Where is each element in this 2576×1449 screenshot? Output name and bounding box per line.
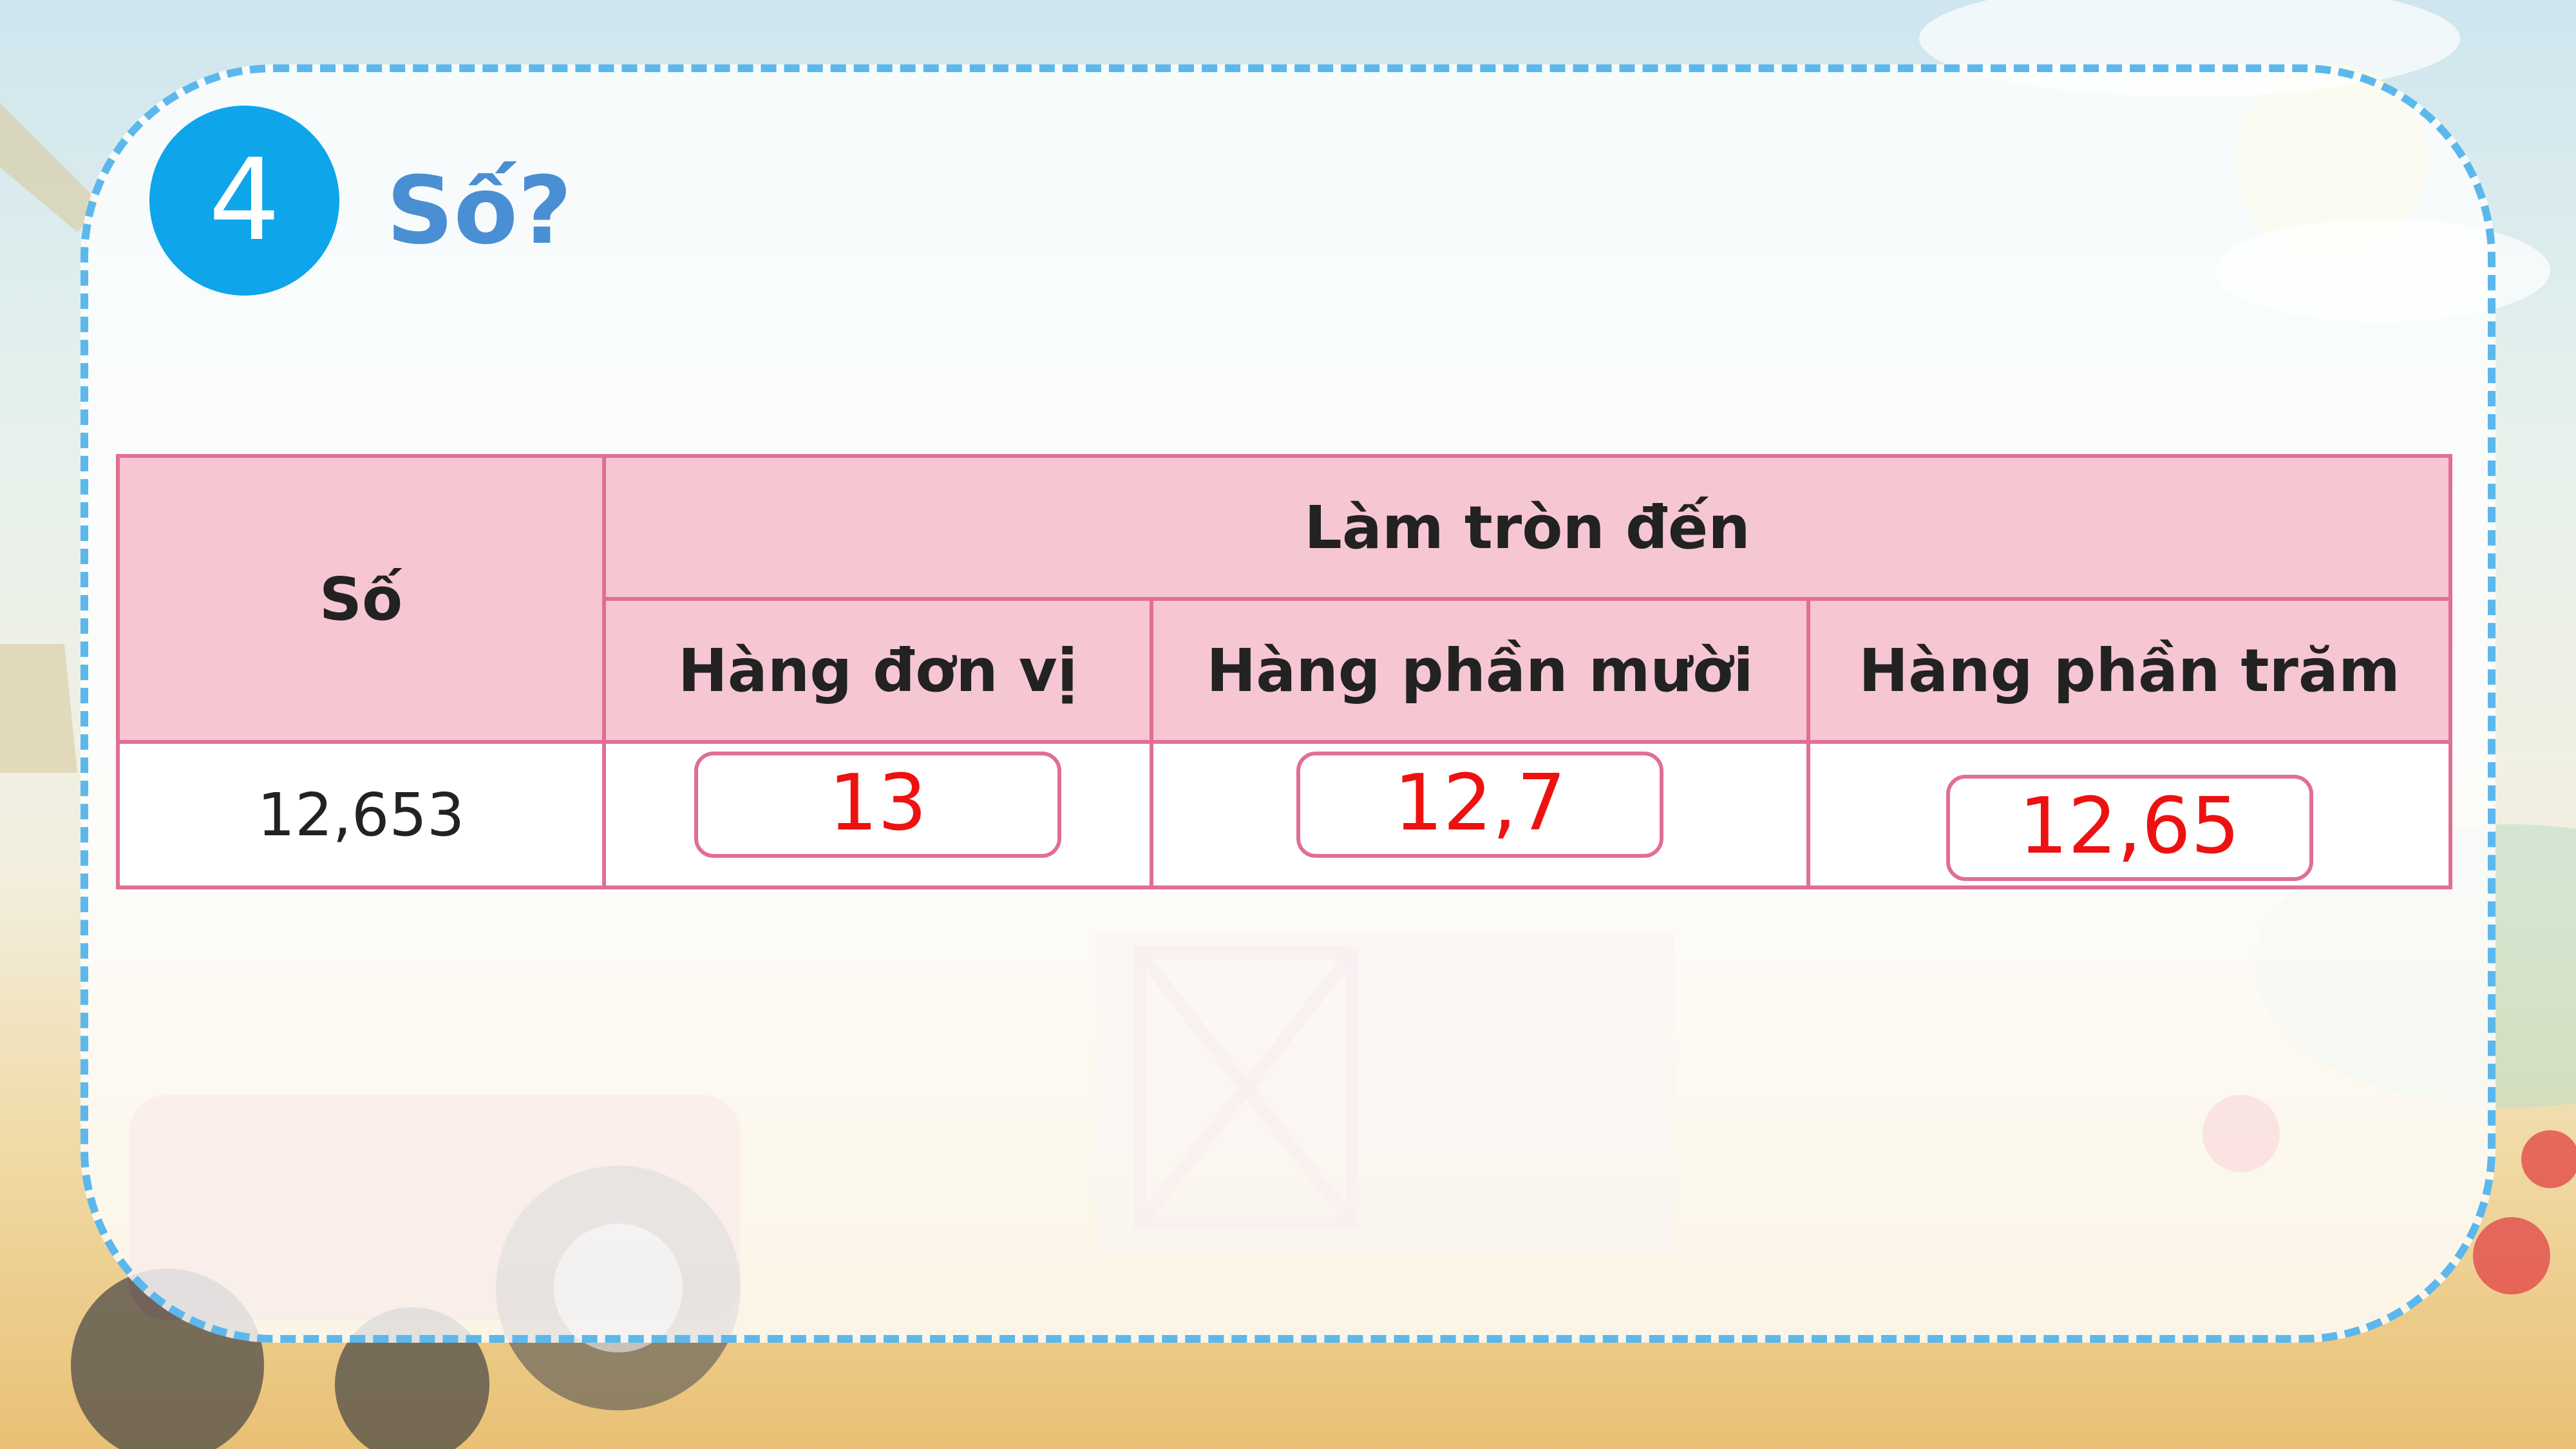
header-round-to: Làm tròn đến: [602, 454, 2452, 601]
answer-box-tenths[interactable]: 12,7: [1296, 751, 1663, 858]
exercise-title: Số?: [386, 156, 573, 265]
answer-box-hundredths[interactable]: 12,65: [1946, 774, 2313, 881]
cell-number: 12,653: [116, 740, 606, 889]
exercise-number: 4: [208, 135, 281, 266]
header-number: Số: [116, 454, 606, 744]
header-tenths: Hàng phần mười: [1150, 597, 1810, 744]
header-hundredths: Hàng phần trăm: [1806, 597, 2452, 744]
answer-box-units[interactable]: 13: [694, 751, 1061, 858]
flower-decoration: [2473, 1217, 2550, 1294]
cell-tenths: 12,7: [1150, 740, 1810, 889]
cell-hundredths: 12,65: [1806, 740, 2452, 889]
windmill-decoration: [0, 644, 77, 773]
exercise-number-badge: 4: [149, 106, 339, 296]
rounding-table: Số Làm tròn đến Hàng đơn vị Hàng phần mư…: [116, 454, 2452, 889]
cell-units: 13: [602, 740, 1153, 889]
flower-decoration: [2521, 1130, 2576, 1188]
header-units: Hàng đơn vị: [602, 597, 1153, 744]
